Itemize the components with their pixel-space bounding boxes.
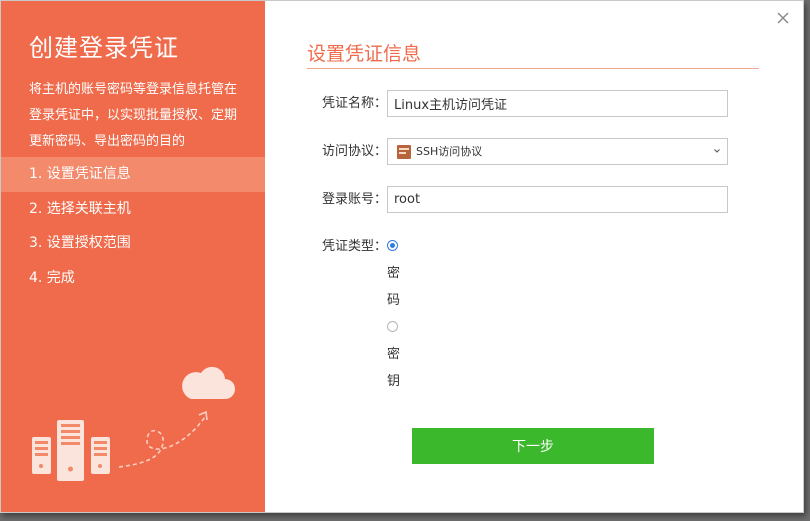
step-select-hosts[interactable]: 2. 选择关联主机 bbox=[1, 192, 265, 227]
ssh-icon bbox=[397, 145, 411, 159]
account-input[interactable] bbox=[387, 186, 728, 213]
step-complete[interactable]: 4. 完成 bbox=[1, 261, 265, 296]
section-title: 设置凭证信息 bbox=[307, 43, 422, 65]
wizard-sidebar: 创建登录凭证 将主机的账号密码等登录信息托管在登录凭证中，以实现批量授权、定期更… bbox=[1, 1, 265, 512]
protocol-label: 访问协议： bbox=[321, 144, 387, 159]
section-divider bbox=[307, 68, 759, 69]
protocol-select[interactable]: SSH访问协议 bbox=[387, 138, 728, 165]
radio-password[interactable]: 密码 bbox=[387, 233, 404, 314]
wizard-title: 创建登录凭证 bbox=[29, 34, 179, 62]
chevron-down-icon bbox=[714, 149, 720, 153]
wizard-main: 设置凭证信息 凭证名称： 访问协议： SSH访问协议 登录账号： 凭证类型： bbox=[265, 1, 803, 512]
wizard-steps: 1. 设置凭证信息 2. 选择关联主机 3. 设置授权范围 4. 完成 bbox=[1, 157, 265, 295]
protocol-select-value: SSH访问协议 bbox=[416, 145, 483, 158]
servers-cloud-illustration bbox=[32, 366, 235, 481]
create-credential-dialog: 创建登录凭证 将主机的账号密码等登录信息托管在登录凭证中，以实现批量授权、定期更… bbox=[0, 0, 804, 513]
account-label: 登录账号： bbox=[321, 192, 387, 207]
credential-type-label: 凭证类型： bbox=[321, 239, 387, 254]
radio-password-circle[interactable] bbox=[387, 240, 398, 251]
radio-password-label: 密码 bbox=[387, 266, 401, 308]
upload-arrow-icon bbox=[118, 410, 208, 468]
next-button[interactable]: 下一步 bbox=[412, 428, 654, 464]
credential-type-radio-group: 密码 密钥 bbox=[387, 233, 418, 395]
credential-name-input[interactable] bbox=[387, 90, 728, 117]
step-set-authorization[interactable]: 3. 设置授权范围 bbox=[1, 226, 265, 261]
radio-key-circle[interactable] bbox=[387, 321, 398, 332]
wizard-description: 将主机的账号密码等登录信息托管在登录凭证中，以实现批量授权、定期更新密码、导出密… bbox=[29, 82, 238, 149]
radio-key[interactable]: 密钥 bbox=[387, 314, 404, 395]
radio-key-label: 密钥 bbox=[387, 347, 401, 389]
server-icon bbox=[32, 420, 110, 481]
step-set-credential-info[interactable]: 1. 设置凭证信息 bbox=[1, 157, 265, 192]
cloud-icon bbox=[182, 366, 235, 399]
credential-name-label: 凭证名称： bbox=[321, 96, 387, 111]
